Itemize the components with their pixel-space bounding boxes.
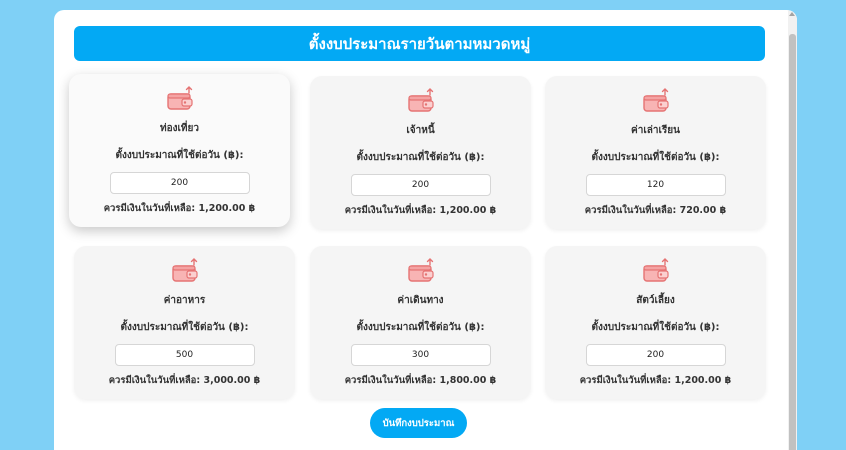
category-name: ค่าเดินทาง xyxy=(397,295,444,306)
wallet-icon xyxy=(406,256,436,286)
budget-input[interactable] xyxy=(109,172,250,194)
budget-input[interactable] xyxy=(350,344,491,366)
category-card-food: ค่าอาหาร ตั้งงบประมาณที่ใช้ต่อวัน (฿): ค… xyxy=(74,246,295,399)
budget-label: ตั้งงบประมาณที่ใช้ต่อวัน (฿): xyxy=(356,152,485,163)
category-name: สัตว์เลี้ยง xyxy=(636,295,675,306)
wallet-icon xyxy=(406,86,436,116)
remaining-amount: ควรมีเงินในวันที่เหลือ: 3,000.00 ฿ xyxy=(108,375,261,386)
budget-panel: ตั้งงบประมาณรายวันตามหมวดหมู่ ท่องเที่ยว… xyxy=(54,10,797,450)
remaining-amount: ควรมีเงินในวันที่เหลือ: 1,200.00 ฿ xyxy=(103,203,256,214)
category-name: ท่องเที่ยว xyxy=(160,123,199,134)
category-card-tuition: ค่าเล่าเรียน ตั้งงบประมาณที่ใช้ต่อวัน (฿… xyxy=(545,76,766,229)
category-card-transport: ค่าเดินทาง ตั้งงบประมาณที่ใช้ต่อวัน (฿):… xyxy=(310,246,531,399)
category-name: เจ้าหนี้ xyxy=(406,125,435,136)
budget-label: ตั้งงบประมาณที่ใช้ต่อวัน (฿): xyxy=(120,322,249,333)
scroll-up-arrow-icon[interactable] xyxy=(789,12,795,16)
budget-input[interactable] xyxy=(585,344,726,366)
save-budget-button[interactable]: บันทึกงบประมาณ xyxy=(370,408,467,438)
wallet-icon xyxy=(165,84,195,114)
budget-label: ตั้งงบประมาณที่ใช้ต่อวัน (฿): xyxy=(591,322,720,333)
budget-input[interactable] xyxy=(350,174,491,196)
budget-input[interactable] xyxy=(114,344,255,366)
category-name: ค่าอาหาร xyxy=(163,295,206,306)
budget-label: ตั้งงบประมาณที่ใช้ต่อวัน (฿): xyxy=(591,152,720,163)
wallet-icon xyxy=(641,86,671,116)
page-title-text: ตั้งงบประมาณรายวันตามหมวดหมู่ xyxy=(308,34,531,53)
scrollbar-thumb[interactable] xyxy=(789,34,796,450)
category-card-travel: ท่องเที่ยว ตั้งงบประมาณที่ใช้ต่อวัน (฿):… xyxy=(69,74,290,227)
budget-label: ตั้งงบประมาณที่ใช้ต่อวัน (฿): xyxy=(115,150,244,161)
page-title: ตั้งงบประมาณรายวันตามหมวดหมู่ xyxy=(74,26,765,61)
remaining-amount: ควรมีเงินในวันที่เหลือ: 720.00 ฿ xyxy=(584,205,727,216)
category-card-debt: เจ้าหนี้ ตั้งงบประมาณที่ใช้ต่อวัน (฿): ค… xyxy=(310,76,531,229)
category-card-pets: สัตว์เลี้ยง ตั้งงบประมาณที่ใช้ต่อวัน (฿)… xyxy=(545,246,766,399)
category-name: ค่าเล่าเรียน xyxy=(631,125,680,136)
remaining-amount: ควรมีเงินในวันที่เหลือ: 1,200.00 ฿ xyxy=(579,375,732,386)
wallet-icon xyxy=(641,256,671,286)
budget-label: ตั้งงบประมาณที่ใช้ต่อวัน (฿): xyxy=(356,322,485,333)
wallet-icon xyxy=(170,256,200,286)
remaining-amount: ควรมีเงินในวันที่เหลือ: 1,800.00 ฿ xyxy=(344,375,497,386)
remaining-amount: ควรมีเงินในวันที่เหลือ: 1,200.00 ฿ xyxy=(344,205,497,216)
vertical-scrollbar[interactable] xyxy=(788,10,797,450)
budget-input[interactable] xyxy=(585,174,726,196)
